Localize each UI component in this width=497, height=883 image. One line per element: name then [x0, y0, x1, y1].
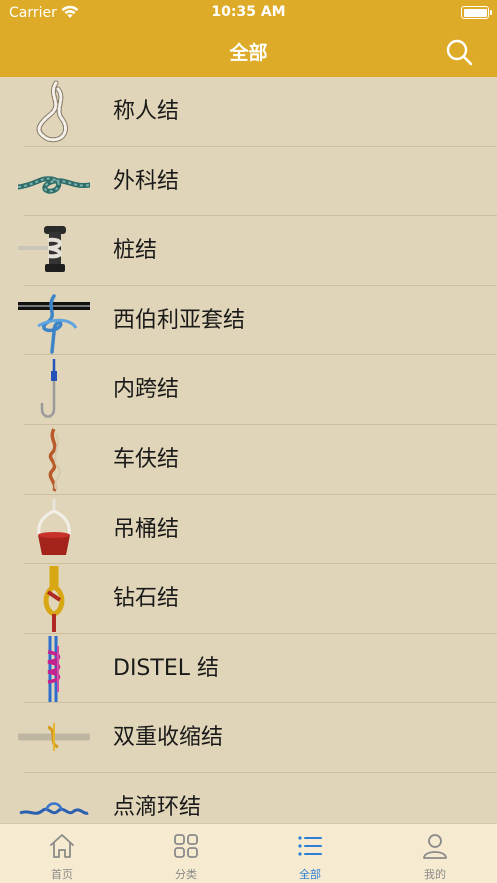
- search-icon[interactable]: [445, 38, 473, 66]
- tab-all[interactable]: 全部: [248, 824, 372, 883]
- bucket-hitch-icon: [37, 498, 71, 555]
- list-item-label: 吊桶结: [113, 516, 180, 542]
- list-item-label: 钻石结: [113, 586, 180, 612]
- list-item[interactable]: 点滴环结: [0, 773, 497, 823]
- page-title: 全部: [229, 42, 268, 64]
- bowline-knot-icon: [36, 80, 68, 143]
- list-item-label: 车伕结: [113, 446, 180, 472]
- distel-hitch-icon: [47, 635, 61, 702]
- list-item[interactable]: 内跨结: [0, 355, 497, 425]
- list-item[interactable]: 外科结: [0, 147, 497, 217]
- list-item-label: 西伯利亚套结: [113, 307, 246, 333]
- clock: 10:35 AM: [211, 4, 286, 20]
- list-item-label: 点滴环结: [113, 794, 202, 820]
- hook-knot-icon: [40, 359, 57, 419]
- user-icon: [423, 834, 447, 859]
- double-sheepshank-icon: [18, 723, 90, 752]
- list-item-label: 桩结: [113, 238, 158, 264]
- list-item-label: DISTEL 结: [113, 655, 219, 681]
- knot-list: 称人结 外科结 桩结 西伯利亚套结 内跨结 车伕结 吊桶结 钻石结 DISTEL…: [0, 77, 497, 823]
- tab-all-label: 全部: [299, 868, 321, 881]
- list-item[interactable]: 车伕结: [0, 425, 497, 495]
- tab-category[interactable]: 分类: [124, 824, 248, 883]
- status-bar: Carrier 10:35 AM: [0, 0, 497, 26]
- list-item[interactable]: 吊桶结: [0, 495, 497, 565]
- tab-home[interactable]: 首页: [0, 824, 124, 883]
- surgeons-knot-icon: [18, 175, 90, 194]
- list-item[interactable]: 钻石结: [0, 564, 497, 634]
- navigation-bar: 全部: [0, 26, 497, 77]
- list-item[interactable]: 西伯利亚套结: [0, 286, 497, 356]
- siberian-hitch-icon: [18, 294, 90, 354]
- tab-mine[interactable]: 我的: [373, 824, 497, 883]
- list-item-label: 称人结: [113, 99, 180, 124]
- tab-bar: 首页 分类 全部 我的: [0, 823, 497, 883]
- battery-icon: [461, 6, 492, 19]
- diamond-knot-icon: [43, 566, 65, 633]
- home-icon: [50, 834, 74, 858]
- truckers-hitch-icon: [48, 428, 61, 492]
- bollard-hitch-icon: [18, 226, 66, 273]
- list-item[interactable]: 双重收缩结: [0, 703, 497, 773]
- grid-icon: [174, 834, 198, 858]
- tab-home-label: 首页: [51, 868, 73, 881]
- list-item[interactable]: DISTEL 结: [0, 634, 497, 704]
- dropper-loop-icon: [19, 802, 89, 815]
- list-item-label: 外科结: [113, 168, 180, 194]
- list-item[interactable]: 称人结: [0, 77, 497, 147]
- tab-mine-label: 我的: [424, 868, 446, 881]
- list-item-label: 内跨结: [113, 377, 180, 403]
- list-icon: [298, 836, 322, 856]
- list-item[interactable]: 桩结: [0, 216, 497, 286]
- tab-category-label: 分类: [175, 868, 197, 881]
- list-item-label: 双重收缩结: [113, 725, 224, 751]
